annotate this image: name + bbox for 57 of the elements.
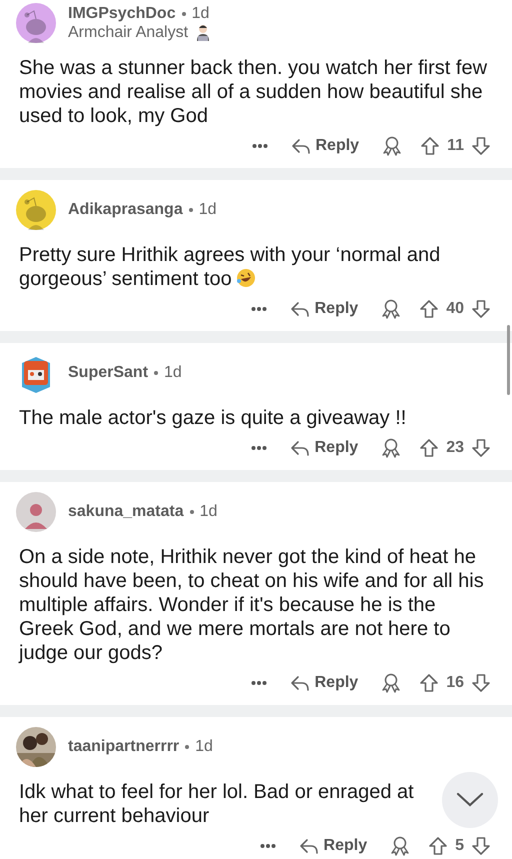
- comment-text: Idk what to feel for her lol. Bad or enraged at her current behaviour: [19, 780, 415, 828]
- downvote-icon[interactable]: [470, 835, 492, 857]
- comment-age: 1d: [164, 364, 182, 382]
- chevron-down-icon: [455, 791, 485, 809]
- reply-button[interactable]: Reply: [288, 437, 358, 459]
- vote-count: 11: [447, 137, 464, 155]
- reply-button[interactable]: Reply: [288, 298, 358, 320]
- vote-count: 16: [446, 674, 464, 692]
- username[interactable]: sakuna_matata: [68, 503, 184, 521]
- award-icon[interactable]: [389, 835, 412, 857]
- more-options-icon[interactable]: [250, 680, 267, 686]
- separator-dot-icon: [154, 371, 158, 375]
- avatar-icon[interactable]: [16, 492, 56, 532]
- comment-text: The male actor's gaze is quite a giveaway !!: [19, 406, 406, 430]
- comment-age: 1d: [192, 4, 210, 22]
- comment-age: 1d: [200, 503, 218, 521]
- user-flair: Armchair Analyst: [68, 24, 188, 42]
- upvote-icon[interactable]: [418, 672, 440, 694]
- comment-age: 1d: [198, 201, 217, 219]
- comment-text: On a side note, Hrithik never got the kind of heat he should have been, to cheat on his wife and for all his multiple affairs. Wonder if it's because he is the Greek God, and we mere mortals are not here to judge our gods?: [19, 545, 485, 665]
- vote-count: 5: [455, 837, 464, 855]
- comment-age: 1d: [195, 738, 213, 756]
- downvote-icon[interactable]: [470, 135, 492, 157]
- award-icon[interactable]: [380, 437, 402, 459]
- vote-count: 40: [446, 300, 464, 318]
- downvote-icon[interactable]: [470, 672, 492, 694]
- separator-dot-icon: [190, 510, 194, 514]
- downvote-icon[interactable]: [470, 298, 492, 320]
- reply-button[interactable]: Reply: [288, 672, 358, 694]
- more-options-icon[interactable]: [250, 445, 267, 451]
- upvote-icon[interactable]: [418, 298, 440, 320]
- username[interactable]: Adikaprasanga: [68, 201, 183, 219]
- scrollbar[interactable]: [507, 325, 510, 395]
- reply-button[interactable]: Reply: [290, 135, 360, 157]
- more-options-icon[interactable]: [260, 843, 276, 849]
- username[interactable]: taanipartnerrrr: [68, 738, 180, 756]
- comment-text: She was a stunner back then. you watch her first few movies and realise all of a sudden how beautiful she used to look, my God: [19, 56, 488, 128]
- separator-dot-icon: [185, 745, 190, 749]
- separator-dot-icon: [188, 208, 193, 212]
- avatar-icon[interactable]: [16, 190, 56, 230]
- separator-dot-icon: [182, 12, 186, 16]
- reply-button[interactable]: Reply: [298, 835, 368, 857]
- vote-count: 23: [446, 439, 464, 457]
- username[interactable]: SuperSant: [68, 364, 148, 382]
- more-options-icon[interactable]: [252, 143, 268, 149]
- award-icon[interactable]: [380, 298, 402, 320]
- award-icon[interactable]: [381, 135, 404, 157]
- upvote-icon[interactable]: [427, 835, 450, 857]
- award-icon[interactable]: [380, 672, 402, 694]
- laughing-emoji-icon: [236, 268, 256, 288]
- downvote-icon[interactable]: [470, 437, 492, 459]
- more-options-icon[interactable]: [250, 306, 267, 312]
- upvote-icon[interactable]: [418, 437, 440, 459]
- username[interactable]: IMGPsychDoc: [68, 4, 176, 22]
- comment-text: Pretty sure Hrithik agrees with your ‘normal and gorgeous’ sentiment too: [19, 243, 442, 291]
- upvote-icon[interactable]: [419, 135, 442, 157]
- avatar-icon[interactable]: [16, 3, 56, 43]
